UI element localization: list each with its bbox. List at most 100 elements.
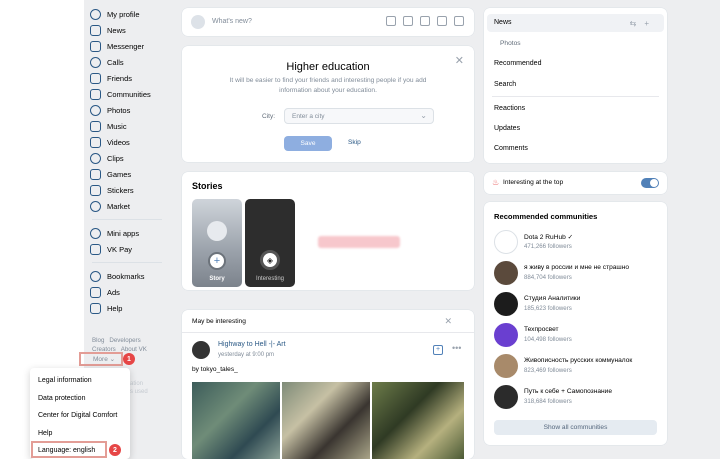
games-icon <box>90 168 101 180</box>
skip-button[interactable]: Skip <box>348 139 361 146</box>
sidebar-item-bookmarks[interactable]: Bookmarks <box>90 268 174 284</box>
city-select[interactable]: Enter a city ⌄ <box>284 108 434 124</box>
community-name[interactable]: Техпросвет <box>524 326 559 333</box>
menu-item-data-protection[interactable]: Data protection <box>30 390 130 408</box>
menu-item-help[interactable]: Help <box>30 425 130 443</box>
community-name[interactable]: Путь к себе + Самопознание <box>524 388 612 395</box>
post-author[interactable]: Highway to Hell -|- Art <box>218 341 286 348</box>
community-name[interactable]: Живописность русских коммуналок <box>524 357 632 364</box>
close-icon[interactable]: ✕ <box>444 316 452 327</box>
close-icon[interactable]: ✕ <box>455 54 464 67</box>
community-item[interactable]: Студия Аналитики 185,623 followers <box>494 292 664 320</box>
avatar[interactable] <box>192 341 210 359</box>
community-avatar[interactable] <box>494 292 518 316</box>
story-create[interactable]: + Story <box>192 199 242 287</box>
sidebar-item-vk-pay[interactable]: VK Pay <box>90 241 174 257</box>
camera-icon[interactable] <box>386 16 396 26</box>
community-avatar[interactable] <box>494 323 518 347</box>
compass-icon: ◈ <box>260 250 280 270</box>
community-avatar[interactable] <box>494 354 518 378</box>
sidebar-item-label: Friends <box>107 73 133 83</box>
sidebar-item-label: Videos <box>107 137 130 147</box>
show-all-communities-button[interactable]: Show all communities <box>494 420 657 435</box>
filter-recommended[interactable]: Recommended <box>494 60 541 67</box>
education-title: Higher education <box>286 61 370 73</box>
sidebar-item-label: Bookmarks <box>107 271 145 281</box>
sidebar-item-clips[interactable]: Clips <box>90 150 174 166</box>
sidebar-item-messenger[interactable]: Messenger <box>90 38 174 54</box>
footer-link-blog[interactable]: Blog <box>92 337 104 344</box>
post-image[interactable] <box>192 382 280 459</box>
filter-comments[interactable]: Comments <box>494 145 528 152</box>
more-link[interactable]: More ⌄ <box>93 355 115 363</box>
community-item[interactable]: Путь к себе + Самопознание 318,684 follow… <box>494 385 664 413</box>
more-options-icon[interactable]: ••• <box>452 343 461 353</box>
sidebar-item-videos[interactable]: Videos <box>90 134 174 150</box>
plus-icon[interactable]: + <box>644 19 657 28</box>
interesting-toggle-card: ♨ Interesting at the top <box>484 172 667 194</box>
music-icon[interactable] <box>420 16 430 26</box>
stories-card: Stories + Story ◈ Interesting <box>182 172 474 290</box>
market-icon <box>90 200 101 212</box>
sidebar-item-ads[interactable]: Ads <box>90 284 174 300</box>
community-name[interactable]: Студия Аналитики <box>524 295 580 302</box>
community-followers: 823,469 followers <box>524 367 572 374</box>
menu-item-legal[interactable]: Legal information <box>30 372 130 390</box>
menu-item-digital-comfort[interactable]: Center for Digital Comfort <box>30 407 130 425</box>
sidebar-item-stickers[interactable]: Stickers <box>90 182 174 198</box>
sidebar-item-label: Mini apps <box>107 228 140 238</box>
community-name[interactable]: я живу в россии и мне не страшно <box>524 264 629 271</box>
poll-icon[interactable] <box>437 16 447 26</box>
sliders-icon[interactable]: ⇆ <box>630 19 645 28</box>
save-button[interactable]: Save <box>284 136 332 151</box>
stickers-icon <box>90 184 101 196</box>
sidebar-item-music[interactable]: Music <box>90 118 174 134</box>
filter-photos[interactable]: Photos <box>500 40 521 47</box>
sidebar-item-news[interactable]: News <box>90 22 174 38</box>
feed-header: May be interesting <box>192 318 246 325</box>
story-interesting[interactable]: ◈ Interesting <box>245 199 295 287</box>
sidebar-item-mini-apps[interactable]: Mini apps <box>90 225 174 241</box>
subscribe-icon[interactable]: + <box>433 345 443 355</box>
community-avatar[interactable] <box>494 261 518 285</box>
community-avatar[interactable] <box>494 385 518 409</box>
post-composer: What's new? <box>182 8 474 36</box>
sidebar-item-photos[interactable]: Photos <box>90 102 174 118</box>
post-image[interactable] <box>372 382 464 459</box>
filter-news[interactable]: News <box>494 19 512 26</box>
footer-link-developers[interactable]: Developers <box>109 337 140 344</box>
post-time[interactable]: yesterday at 9:00 pm <box>218 352 274 358</box>
community-item[interactable]: Техпросвет 104,498 followers <box>494 323 664 351</box>
footer-link-about[interactable]: About VK <box>121 346 147 353</box>
sidebar-item-label: Ads <box>107 287 120 297</box>
community-item[interactable]: Живописность русских коммуналок 823,469 f… <box>494 354 664 382</box>
sidebar-item-market[interactable]: Market <box>90 198 174 214</box>
filter-reactions[interactable]: Reactions <box>494 105 525 112</box>
filter-search[interactable]: Search <box>494 81 516 88</box>
sidebar-item-label: Calls <box>107 57 124 67</box>
sidebar-item-label: Help <box>107 303 123 313</box>
sidebar-item-help[interactable]: Help <box>90 300 174 316</box>
sidebar-item-label: Games <box>107 169 132 179</box>
sidebar-item-calls[interactable]: Calls <box>90 54 174 70</box>
video-icon[interactable] <box>403 16 413 26</box>
community-item[interactable]: Dota 2 RuHub ✓ 471,266 followers <box>494 230 664 258</box>
sidebar-item-games[interactable]: Games <box>90 166 174 182</box>
sidebar-item-communities[interactable]: Communities <box>90 86 174 102</box>
community-followers: 471,266 followers <box>524 243 572 250</box>
community-followers: 185,623 followers <box>524 305 572 312</box>
sidebar-item-my-profile[interactable]: My profile <box>90 6 174 22</box>
photos-icon <box>90 104 101 116</box>
music-icon <box>90 120 101 132</box>
clip-icon[interactable] <box>454 16 464 26</box>
sidebar-divider <box>92 262 162 263</box>
sidebar-item-label: Messenger <box>107 41 145 51</box>
whats-new-input[interactable]: What's new? <box>212 18 252 25</box>
sidebar-item-friends[interactable]: Friends <box>90 70 174 86</box>
community-item[interactable]: я живу в россии и мне не страшно 884,704 … <box>494 261 664 289</box>
post-image[interactable] <box>282 382 370 459</box>
community-avatar[interactable] <box>494 230 518 254</box>
filter-updates[interactable]: Updates <box>494 125 520 132</box>
interesting-toggle[interactable] <box>641 178 659 188</box>
community-name[interactable]: Dota 2 RuHub ✓ <box>524 233 573 241</box>
